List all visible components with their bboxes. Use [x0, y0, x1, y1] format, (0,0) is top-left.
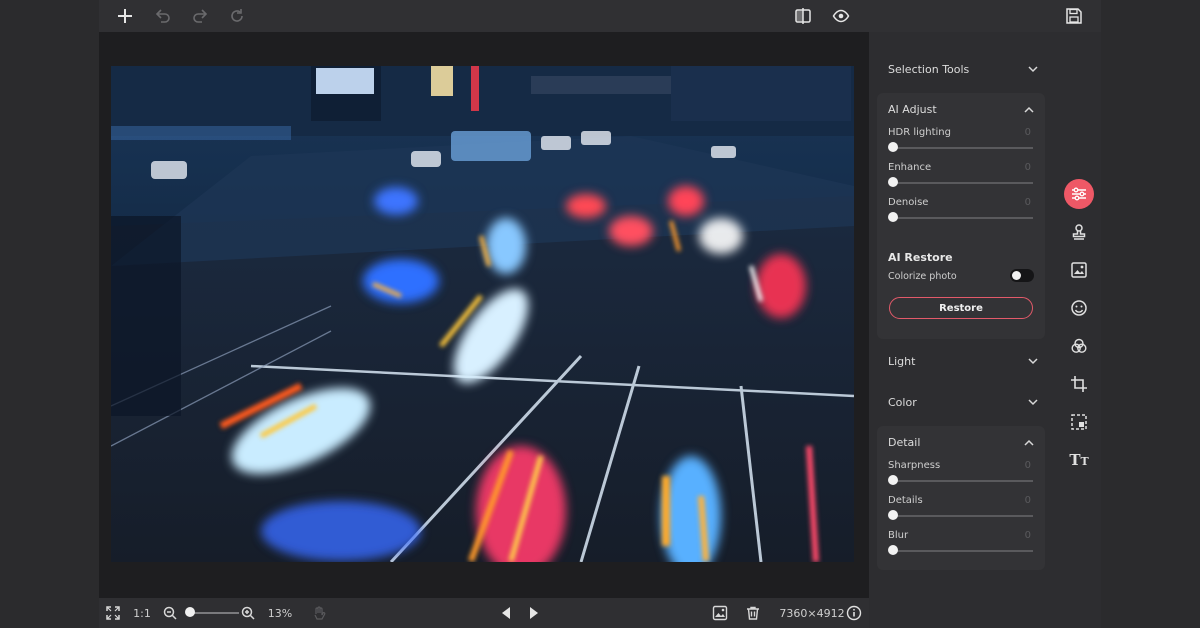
- chevron-up-icon: [1024, 106, 1034, 113]
- slider-enhance[interactable]: Enhance 0: [877, 160, 1045, 195]
- zoom-slider-handle[interactable]: [185, 607, 195, 617]
- slider-label: Enhance: [888, 162, 932, 173]
- section-selection-tools[interactable]: Selection Tools: [869, 51, 1101, 87]
- section-title: AI Adjust: [888, 102, 937, 116]
- text-icon[interactable]: TT: [1064, 445, 1094, 475]
- slider-value: 0: [1024, 162, 1031, 173]
- section-title: Detail: [888, 435, 921, 449]
- colorize-photo-label: Colorize photo: [888, 271, 957, 282]
- previous-image-icon[interactable]: [497, 603, 515, 623]
- slider-label: HDR lighting: [888, 127, 951, 138]
- ratio-1-1-button[interactable]: 1:1: [131, 603, 153, 623]
- image-dimensions: 7360×4912: [779, 606, 845, 620]
- night-traffic-photo: [111, 66, 854, 562]
- crop-icon[interactable]: [1064, 369, 1094, 399]
- image-gallery-icon[interactable]: [710, 603, 730, 623]
- zoom-in-icon[interactable]: [239, 603, 257, 623]
- slider-track[interactable]: [889, 550, 1033, 552]
- fit-screen-icon[interactable]: [103, 603, 123, 623]
- bottom-toolbar: 1:1 13% 7360×4912: [99, 598, 869, 628]
- image-replace-icon[interactable]: [1064, 255, 1094, 285]
- slider-handle[interactable]: [888, 177, 898, 187]
- slider-label: Sharpness: [888, 460, 941, 471]
- chevron-up-icon: [1024, 439, 1034, 446]
- slider-label: Details: [888, 495, 923, 506]
- section-title: Color: [888, 395, 917, 409]
- chevron-down-icon: [1028, 399, 1038, 406]
- slider-details[interactable]: Details 0: [877, 493, 1045, 528]
- slider-label: Denoise: [888, 197, 929, 208]
- color-circles-icon[interactable]: [1064, 331, 1094, 361]
- ai-restore-title: AI Restore: [888, 251, 953, 264]
- eye-icon[interactable]: [829, 4, 853, 28]
- undo-icon[interactable]: [151, 4, 175, 28]
- canvas-area[interactable]: [99, 32, 869, 598]
- slider-denoise[interactable]: Denoise 0: [877, 195, 1045, 230]
- ai-adjust-card: AI Adjust HDR lighting 0 Enhance 0 Denoi…: [877, 93, 1045, 339]
- zoom-out-icon[interactable]: [161, 603, 179, 623]
- stamp-icon[interactable]: [1064, 217, 1094, 247]
- face-icon[interactable]: [1064, 293, 1094, 323]
- plus-icon[interactable]: [113, 4, 137, 28]
- top-toolbar: [99, 0, 1101, 32]
- adjust-sliders-icon[interactable]: [1064, 179, 1094, 209]
- slider-track[interactable]: [889, 147, 1033, 149]
- text-icon-glyph: TT: [1069, 451, 1089, 469]
- detail-card: Detail Sharpness 0 Details 0 Blur 0: [877, 426, 1045, 570]
- ai-adjust-header[interactable]: AI Adjust: [877, 93, 1045, 125]
- slider-sharpness[interactable]: Sharpness 0: [877, 458, 1045, 493]
- toggle-knob: [1012, 271, 1021, 280]
- info-icon[interactable]: [845, 603, 863, 623]
- slider-track[interactable]: [889, 217, 1033, 219]
- slider-handle[interactable]: [888, 142, 898, 152]
- slider-hdr-lighting[interactable]: HDR lighting 0: [877, 125, 1045, 160]
- slider-handle[interactable]: [888, 545, 898, 555]
- slider-label: Blur: [888, 530, 909, 541]
- slider-track[interactable]: [889, 515, 1033, 517]
- slider-value: 0: [1024, 127, 1031, 138]
- slider-value: 0: [1024, 495, 1031, 506]
- colorize-photo-toggle[interactable]: [1010, 269, 1034, 282]
- zoom-value: 13%: [267, 606, 293, 620]
- section-title: Selection Tools: [888, 62, 970, 76]
- section-title: Light: [888, 354, 916, 368]
- adjustments-panel: Selection Tools AI Adjust HDR lighting 0…: [869, 32, 1101, 628]
- slider-handle[interactable]: [888, 510, 898, 520]
- photo-canvas[interactable]: [111, 66, 854, 562]
- slider-track[interactable]: [889, 480, 1033, 482]
- slider-blur[interactable]: Blur 0: [877, 528, 1045, 563]
- compare-icon[interactable]: [791, 4, 815, 28]
- slider-handle[interactable]: [888, 212, 898, 222]
- slider-track[interactable]: [889, 182, 1033, 184]
- slider-handle[interactable]: [888, 475, 898, 485]
- photo-editor-app: 1:1 13% 7360×4912 Selection Tools AI Adj…: [0, 0, 1200, 628]
- slider-value: 0: [1024, 197, 1031, 208]
- reset-icon[interactable]: [225, 4, 249, 28]
- trash-icon[interactable]: [743, 603, 763, 623]
- chevron-down-icon: [1028, 66, 1038, 73]
- save-icon[interactable]: [1062, 4, 1086, 28]
- hand-icon[interactable]: [309, 603, 329, 623]
- next-image-icon[interactable]: [525, 603, 543, 623]
- redo-icon[interactable]: [188, 4, 212, 28]
- frame-icon[interactable]: [1064, 407, 1094, 437]
- chevron-down-icon: [1028, 358, 1038, 365]
- slider-value: 0: [1024, 460, 1031, 471]
- slider-value: 0: [1024, 530, 1031, 541]
- restore-button[interactable]: Restore: [889, 297, 1033, 319]
- detail-header[interactable]: Detail: [877, 426, 1045, 458]
